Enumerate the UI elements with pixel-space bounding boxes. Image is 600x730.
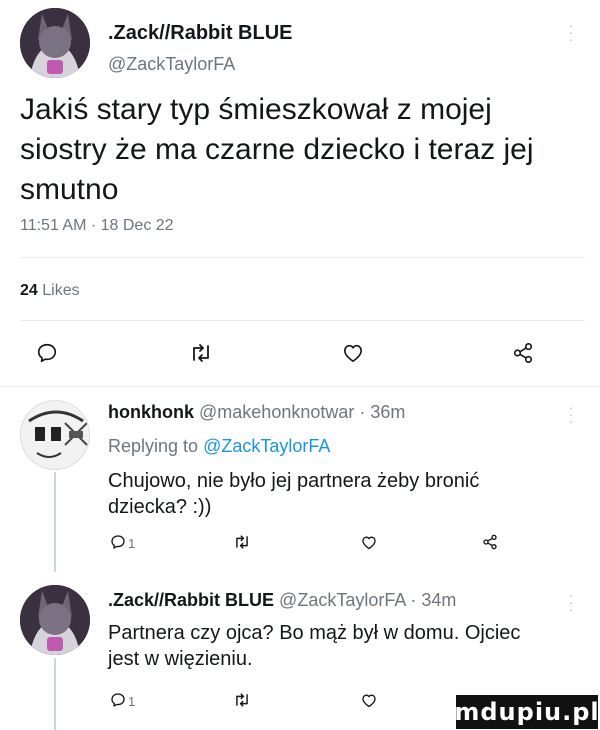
divider [0, 386, 600, 387]
likes-stat[interactable]: 24 Likes [20, 282, 80, 300]
tweet-text: Jakiś stary typ śmieszkował z mojej sios… [20, 93, 534, 206]
heart-icon[interactable] [359, 532, 379, 552]
reply-time: · 36m [359, 402, 406, 422]
watermark: mdupiu.pl [454, 695, 599, 729]
author-handle[interactable]: @makehonknotwar [199, 402, 354, 422]
divider [20, 320, 585, 321]
share-icon[interactable] [508, 338, 538, 368]
likes-count: 24 [20, 282, 38, 299]
reply-text: Chujowo, nie było jej partnera żeby bron… [108, 470, 480, 518]
avatar[interactable] [20, 400, 90, 470]
heart-icon[interactable] [359, 690, 379, 710]
reply-time: · 34m [410, 590, 457, 610]
avatar[interactable] [20, 585, 90, 655]
author-name[interactable]: honkhonk [108, 402, 194, 422]
replying-to: Replying to @ZackTaylorFA [108, 436, 330, 457]
tweet-timestamp[interactable]: 11:51 AM · 18 Dec 22 [20, 217, 174, 235]
reply-header: .Zack//Rabbit BLUE @ZackTaylorFA · 34m [108, 590, 456, 611]
reply-count: 1 [128, 536, 136, 551]
reply-icon[interactable] [108, 532, 128, 552]
more-icon[interactable]: · · · [568, 18, 574, 46]
replying-prefix: Replying to [108, 436, 199, 456]
reply-text: Partnera czy ojca? Bo mąż był w domu. Oj… [108, 622, 521, 670]
heart-icon[interactable] [338, 338, 368, 368]
author-handle[interactable]: @ZackTaylorFA [108, 54, 235, 75]
reply-icon[interactable] [108, 690, 128, 710]
avatar[interactable] [20, 8, 90, 78]
retweet-icon[interactable] [232, 532, 252, 552]
more-icon[interactable]: · · · [568, 588, 574, 616]
thread-line [54, 658, 56, 730]
reply-count: 1 [128, 694, 136, 709]
author-name[interactable]: .Zack//Rabbit BLUE [108, 22, 292, 45]
author-handle[interactable]: @ZackTaylorFA [279, 590, 405, 610]
replying-handle-link[interactable]: @ZackTaylorFA [203, 436, 330, 456]
author-name[interactable]: .Zack//Rabbit BLUE [108, 590, 274, 610]
share-icon[interactable] [480, 532, 500, 552]
thread-line [54, 472, 56, 572]
likes-label: Likes [42, 282, 80, 299]
more-icon[interactable]: · · · [568, 400, 574, 428]
reply-header: honkhonk @makehonknotwar · 36m [108, 402, 405, 423]
divider [20, 257, 585, 258]
reply-icon[interactable] [32, 338, 62, 368]
retweet-icon[interactable] [186, 338, 216, 368]
retweet-icon[interactable] [232, 690, 252, 710]
